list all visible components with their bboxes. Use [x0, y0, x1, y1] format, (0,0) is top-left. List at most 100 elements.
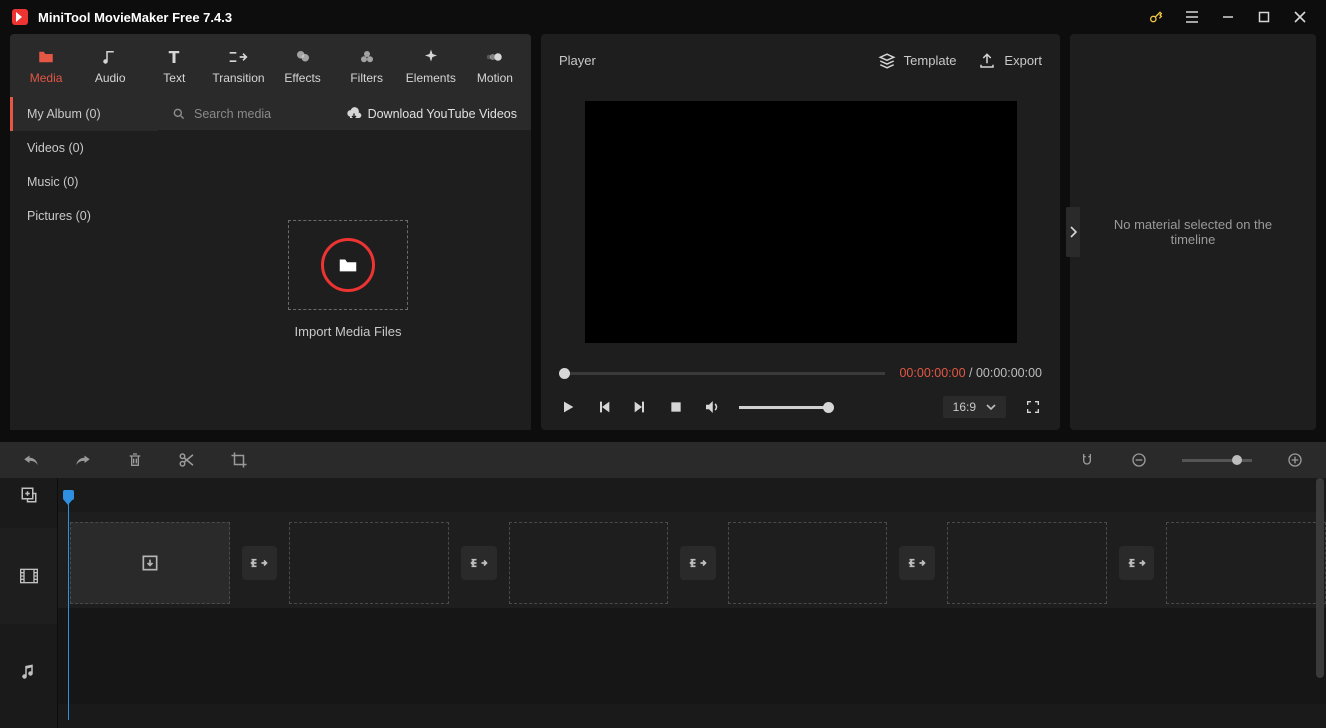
maximize-button[interactable] [1246, 0, 1282, 34]
play-button[interactable] [559, 398, 577, 416]
download-youtube-link[interactable]: Download YouTube Videos [346, 107, 517, 121]
search-row: Search media Download YouTube Videos [158, 97, 531, 130]
video-track-icon [0, 528, 57, 624]
clip-slot[interactable] [509, 522, 669, 604]
fullscreen-button[interactable] [1024, 398, 1042, 416]
properties-panel: No material selected on the timeline [1070, 34, 1316, 430]
motion-icon [485, 47, 505, 67]
text-icon [164, 47, 184, 67]
timeline-body[interactable] [58, 478, 1326, 728]
prev-frame-button[interactable] [595, 398, 613, 416]
folder-import-icon [321, 238, 375, 292]
upgrade-key-icon[interactable] [1138, 0, 1174, 34]
import-media-button[interactable]: Import Media Files [288, 220, 408, 339]
transition-icon [228, 47, 248, 67]
video-preview[interactable] [585, 101, 1017, 343]
clip-slot[interactable] [289, 522, 449, 604]
tab-motion[interactable]: Motion [463, 34, 527, 97]
sidebar-item-pictures[interactable]: Pictures (0) [13, 199, 158, 233]
magnet-button[interactable] [1078, 451, 1096, 469]
filters-icon [357, 47, 377, 67]
timeline-toolbar [0, 442, 1326, 478]
effects-icon [293, 47, 313, 67]
stop-button[interactable] [667, 398, 685, 416]
sidebar-item-my-album[interactable]: My Album (0) [10, 97, 158, 131]
timeline-scrollbar[interactable] [1316, 478, 1324, 678]
template-button[interactable]: Template [878, 52, 957, 70]
aspect-ratio-label: 16:9 [953, 400, 976, 414]
tab-text[interactable]: Text [142, 34, 206, 97]
seek-slider[interactable] [559, 372, 885, 375]
transition-slot[interactable] [242, 546, 278, 580]
tab-filters[interactable]: Filters [335, 34, 399, 97]
playhead[interactable] [68, 500, 69, 720]
split-button[interactable] [178, 451, 196, 469]
export-button[interactable]: Export [978, 52, 1042, 70]
media-sidebar: My Album (0) Videos (0) Music (0) Pictur… [10, 97, 158, 430]
search-input[interactable]: Search media [194, 107, 271, 121]
folder-icon [36, 47, 56, 67]
no-material-message: No material selected on the timeline [1070, 217, 1316, 247]
timecode-total: 00:00:00:00 [976, 366, 1042, 380]
sidebar-item-music[interactable]: Music (0) [13, 165, 158, 199]
tab-audio-label: Audio [95, 71, 126, 85]
video-track[interactable] [58, 512, 1326, 608]
transition-slot[interactable] [461, 546, 497, 580]
clip-slot[interactable] [70, 522, 230, 604]
tab-media-label: Media [30, 71, 63, 85]
transition-slot[interactable] [680, 546, 716, 580]
undo-button[interactable] [22, 451, 40, 469]
cloud-download-icon [346, 107, 362, 121]
app-title: MiniTool MovieMaker Free 7.4.3 [38, 10, 232, 25]
zoom-slider[interactable] [1182, 459, 1252, 462]
sidebar-item-videos[interactable]: Videos (0) [13, 131, 158, 165]
zoom-out-button[interactable] [1130, 451, 1148, 469]
tab-media[interactable]: Media [14, 34, 78, 97]
sparkle-icon [421, 47, 441, 67]
app-logo-icon [12, 9, 28, 25]
import-media-label: Import Media Files [295, 324, 402, 339]
tab-elements-label: Elements [406, 71, 456, 85]
zoom-in-button[interactable] [1286, 451, 1304, 469]
tab-elements[interactable]: Elements [399, 34, 463, 97]
crop-button[interactable] [230, 451, 248, 469]
player-panel: Player Template Export [541, 34, 1060, 430]
music-note-icon [100, 47, 120, 67]
next-frame-button[interactable] [631, 398, 649, 416]
tab-text-label: Text [163, 71, 185, 85]
timecode-current: 00:00:00:00 [899, 366, 965, 380]
minimize-button[interactable] [1210, 0, 1246, 34]
volume-slider[interactable] [739, 406, 829, 409]
audio-track[interactable] [58, 608, 1326, 704]
timecode: 00:00:00:00 / 00:00:00:00 [899, 366, 1042, 380]
close-button[interactable] [1282, 0, 1318, 34]
delete-button[interactable] [126, 451, 144, 469]
clip-slot[interactable] [1166, 522, 1326, 604]
add-track-button[interactable] [0, 478, 57, 512]
redo-button[interactable] [74, 451, 92, 469]
timeline [0, 478, 1326, 728]
transition-slot[interactable] [899, 546, 935, 580]
hamburger-menu-icon[interactable] [1174, 0, 1210, 34]
player-title: Player [559, 53, 596, 68]
tab-transition-label: Transition [212, 71, 264, 85]
chevron-down-icon [986, 402, 996, 412]
volume-icon[interactable] [703, 398, 721, 416]
export-icon [978, 52, 996, 70]
clip-slot[interactable] [728, 522, 888, 604]
clip-slot[interactable] [947, 522, 1107, 604]
tab-effects[interactable]: Effects [271, 34, 335, 97]
tab-transition[interactable]: Transition [206, 34, 270, 97]
aspect-ratio-select[interactable]: 16:9 [943, 396, 1006, 418]
transition-slot[interactable] [1119, 546, 1155, 580]
panel-collapse-button[interactable] [1066, 207, 1080, 257]
template-label: Template [904, 53, 957, 68]
search-icon [172, 107, 186, 121]
main-tabs: Media Audio Text Transition [10, 34, 531, 97]
tab-audio[interactable]: Audio [78, 34, 142, 97]
export-label: Export [1004, 53, 1042, 68]
template-icon [878, 52, 896, 70]
media-panel: Media Audio Text Transition [10, 34, 531, 430]
tab-effects-label: Effects [284, 71, 320, 85]
titlebar: MiniTool MovieMaker Free 7.4.3 [0, 0, 1326, 34]
